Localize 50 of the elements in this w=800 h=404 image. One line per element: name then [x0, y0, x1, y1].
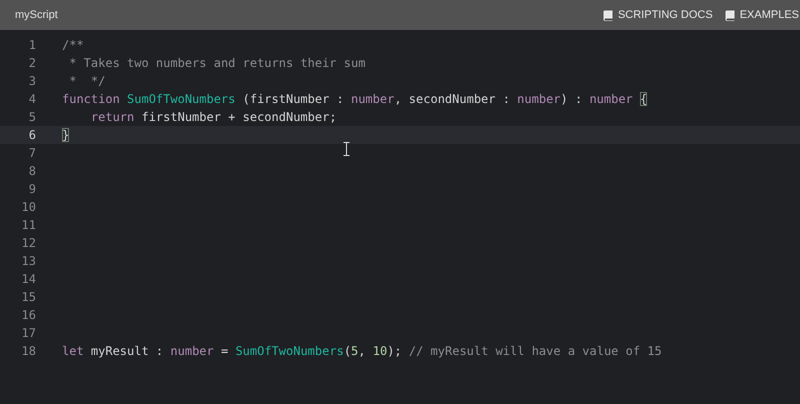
- line-number: 11: [20, 217, 36, 234]
- matched-bracket: }: [62, 128, 70, 142]
- code-function-name: SumOfTwoNumbers: [127, 92, 236, 106]
- code-text: );: [387, 344, 403, 358]
- line-number: 17: [20, 325, 36, 342]
- line-number: 2: [28, 55, 36, 72]
- code-text: ,: [358, 344, 367, 358]
- code-keyword: return: [90, 110, 134, 124]
- line-number: 13: [20, 253, 36, 270]
- code-number: 10: [372, 344, 388, 358]
- code-keyword: let: [62, 344, 84, 358]
- line-number: 8: [28, 163, 36, 180]
- code-comment: * Takes two numbers and returns their sum: [68, 56, 366, 70]
- code-number: 5: [351, 344, 358, 358]
- line-number: 10: [20, 199, 36, 216]
- code-text: =: [220, 344, 230, 358]
- code-text: myResult :: [90, 344, 164, 358]
- line-number: 16: [20, 307, 36, 324]
- line-number: 5: [28, 109, 36, 126]
- code-comment: * */: [68, 74, 106, 88]
- code-function-name: SumOfTwoNumbers: [235, 344, 344, 358]
- book-icon: [602, 10, 613, 20]
- line-number: 6: [28, 127, 36, 144]
- code-text: ) :: [560, 92, 584, 106]
- code-comment: // myResult will have a value of 15: [408, 344, 662, 358]
- script-title: myScript: [15, 9, 58, 21]
- line-number: 15: [20, 289, 36, 306]
- book-icon: [724, 10, 735, 20]
- code-keyword: number: [589, 92, 633, 106]
- matched-bracket: {: [640, 92, 648, 106]
- header-link[interactable]: SCRIPTING DOCS: [602, 9, 713, 21]
- code-keyword: number: [350, 92, 394, 106]
- code-keyword: number: [517, 92, 561, 106]
- line-number: 14: [20, 271, 36, 288]
- code-text: firstNumber + secondNumber;: [140, 110, 337, 124]
- line-number: 18: [20, 343, 36, 360]
- code-comment: /**: [62, 38, 84, 52]
- line-number: 4: [28, 91, 36, 108]
- line-number: 12: [20, 235, 36, 252]
- header-link[interactable]: EXAMPLES: [724, 9, 799, 21]
- code-text: (firstNumber :: [242, 92, 345, 106]
- code-keyword: function: [62, 92, 120, 106]
- code-text: , secondNumber :: [394, 92, 511, 106]
- text-cursor-icon: [343, 142, 350, 156]
- code-text: (: [344, 344, 352, 358]
- line-number: 9: [28, 181, 36, 198]
- line-number: 7: [28, 145, 36, 162]
- code-keyword: number: [170, 344, 214, 358]
- line-number: 3: [28, 73, 36, 90]
- line-number: 1: [28, 37, 36, 54]
